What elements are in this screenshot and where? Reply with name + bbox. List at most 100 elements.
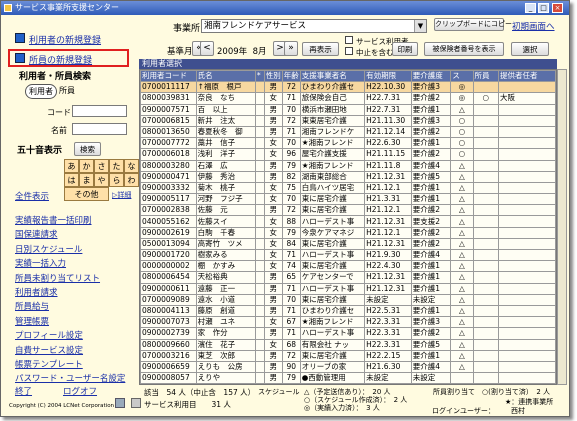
table-row[interactable]: 0900000611 遠藤 正一男 71 ハローデスト事 H21.12.31 要介護1 △: [140, 282, 556, 295]
kana-sa[interactable]: さ: [94, 159, 109, 173]
maximize-button[interactable]: □: [538, 3, 549, 13]
menu-item-staff-salary[interactable]: 所員給与: [15, 300, 125, 314]
menu-item-unassigned[interactable]: 所員未割り当てリスト: [15, 272, 125, 286]
user-new-link[interactable]: 利用者の新規登録: [29, 33, 101, 46]
table-cell: [472, 103, 500, 116]
detail-link[interactable]: ▷詳細: [112, 190, 131, 200]
column-header: ス: [450, 70, 474, 83]
table-row[interactable]: 0900007073 村瀬 ユネ女 67 ★湘南フレンド H22.3.31 要介護3 △: [140, 316, 556, 329]
table-cell: [498, 159, 556, 172]
table-scrollbar[interactable]: [557, 69, 567, 385]
menu-item-profile[interactable]: プロフィール設定: [15, 329, 125, 343]
search-button[interactable]: 検索: [74, 142, 101, 156]
menu-item-bulk-input[interactable]: 実績一括入力: [15, 257, 125, 271]
service-user-checkbox[interactable]: [345, 36, 353, 44]
table-cell: [498, 103, 556, 116]
radio-user[interactable]: 利用者: [25, 84, 57, 99]
table-row[interactable]: 0700002838 佐藤 元男 72 東に居宅介護 H21.12.1 要介護2 △: [140, 204, 556, 217]
table-cell: [472, 159, 500, 172]
app-icon: [4, 4, 12, 12]
table-row[interactable]: 0700006815 新井 注太男 72 東東居宅介護 H21.11.30 要介護3 ○: [140, 114, 556, 127]
table-cell: [254, 170, 265, 183]
table-cell: [472, 170, 500, 183]
table-row[interactable]: 0700009089 遠水 小道男 70 東に居宅介護 未設定 未設定 △: [140, 293, 556, 306]
menu-item-self-pay[interactable]: 自費サービス設定: [15, 344, 125, 358]
menu-item-daily-schedule[interactable]: 日別スケジュール: [15, 243, 125, 257]
kana-ya[interactable]: や: [94, 173, 109, 187]
table-row[interactable]: 0800039831 奈良 なち女 71 旅保険会自己 H22.7.31 要介護2 ◎ ○ 大阪: [140, 92, 556, 105]
name-input[interactable]: [72, 123, 127, 135]
table-row[interactable]: 0900002739 家 作分男 71 ハローデスト事 H22.3.31 要介護2 △: [140, 327, 556, 340]
summary-service: サービス利用目 31 人: [144, 400, 231, 409]
table-row[interactable]: 0800009660 濱住 花子女 68 有限会社 ナッ H22.3.31 要介護5 △: [140, 338, 556, 351]
table-cell: 0700002838: [140, 204, 197, 217]
select-button[interactable]: 選択: [511, 42, 549, 56]
menu-item-report-print[interactable]: 実績報告書一括印刷: [15, 214, 125, 228]
table-row[interactable]: 0700010548上山 かおる男72神奈川訪問看未設定未設定佐々木: [140, 383, 556, 384]
table-row[interactable]: 0900008057 えりや男 79 ●西動管理用 未設定 未設定: [140, 372, 556, 384]
show-all-link[interactable]: 全件表示: [15, 190, 49, 202]
staff-new-link[interactable]: 所員の新規登録: [29, 53, 92, 66]
office-select[interactable]: 湘南フレンドケアサービス ▼: [201, 19, 427, 33]
radio-staff[interactable]: 所員: [59, 85, 75, 96]
table-row[interactable]: 0900002619 白駒 千春女 79 今泉ケアマネジ H21.12.1 要介護2 △: [140, 226, 556, 239]
table-row[interactable]: 0500013094 高寄竹 ツメ女 84 東に居宅介護 H21.12.31 要介護2 △: [140, 237, 556, 251]
kana-ta[interactable]: た: [109, 159, 124, 173]
menu-item-reports[interactable]: 管理帳票: [15, 315, 125, 329]
table-row[interactable]: 0800013650 春夏秋冬 御男 71 湘南フレンドケ H21.12.14 要介護2 ○: [140, 125, 556, 139]
logout-link[interactable]: ログオフ: [63, 385, 97, 397]
minimize-button[interactable]: _: [525, 3, 536, 13]
menu-item-user-billing[interactable]: 利用者請求: [15, 286, 125, 300]
table-cell: H22.5.31: [364, 304, 412, 318]
table-row[interactable]: 0900003332 菊木 桃子女 75 白鳥ハイツ居宅 H21.12.1 要介護1 △: [140, 181, 556, 195]
table-row[interactable]: 0800004113 藤原 創道男 71 ひまわり介護セ H22.5.31 要介護1 △: [140, 304, 556, 318]
redisplay-button[interactable]: 再表示: [302, 42, 339, 56]
table-cell: ↑福原 根戸: [195, 81, 256, 94]
kana-ra[interactable]: ら: [109, 173, 124, 187]
kana-ha[interactable]: は: [64, 173, 79, 187]
kana-other[interactable]: その他: [64, 187, 109, 201]
kana-wa[interactable]: わ: [124, 173, 139, 187]
table-cell: ハローデスト事: [299, 327, 366, 340]
kana-ma[interactable]: ま: [79, 173, 94, 187]
table-cell: 女: [263, 338, 283, 351]
table-row[interactable]: 0800006454 天松裕典男 65 ケアセンターで H21.12.31 要介護1 △: [140, 271, 556, 284]
end-link[interactable]: 終了: [15, 385, 32, 397]
table-cell: [498, 293, 556, 306]
table-row[interactable]: 0700007772 藁井 信子女 70 ★湘南フレンド H22.6.30 要介護1 ○: [140, 137, 556, 150]
kana-ka[interactable]: か: [79, 159, 94, 173]
table-row[interactable]: 0700003216 東芝 次郎男 72 東に居宅介護 H22.2.15 要介護1 △: [140, 349, 556, 362]
next-year-button[interactable]: »: [284, 41, 298, 56]
kana-na[interactable]: な: [124, 159, 139, 173]
table-cell: 71: [281, 327, 301, 340]
table-cell: 男: [263, 383, 283, 384]
table-row[interactable]: 0900005117 河野 フジ子女 70 東に居宅介護 H21.3.31 要介護1 △: [140, 193, 556, 206]
menu-item-kokuho[interactable]: 国保連請求: [15, 228, 125, 242]
clipboard-button[interactable]: クリップボードにコピー: [434, 18, 512, 31]
close-button[interactable]: ×: [552, 3, 563, 13]
print-button[interactable]: 印刷: [392, 42, 418, 56]
table-row[interactable]: 0000000002 棚 かすみ女 74 東に居宅介護 H22.4.30 要介護1 △: [140, 260, 556, 273]
table-row[interactable]: 0900000471 伊藤 秀治男 82 湖南東部総合 H21.12.31 要介護5 △: [140, 170, 556, 183]
prev-month-button[interactable]: <: [200, 41, 214, 56]
kana-a[interactable]: あ: [64, 159, 79, 173]
table-row[interactable]: 0900006659 えりも 公房男 90 オリーブの家 H21.6.30 要介護4 △: [140, 360, 556, 374]
menu-item-template[interactable]: 帳票テンプレート: [15, 358, 125, 372]
table-row[interactable]: 0900001720 樹家みる女 71 ハローデスト事 H21.9.30 要介護4 △: [140, 248, 556, 262]
suspended-checkbox[interactable]: [345, 47, 353, 55]
table-cell: H22.10.30: [364, 81, 412, 94]
table-row[interactable]: 0700006018 浅利 洋子女 96 屋宅介護支援 H21.11.15 要介護2 ○: [140, 148, 556, 161]
table-cell: [498, 181, 556, 195]
table-cell: ハローデスト事: [299, 248, 366, 262]
code-input[interactable]: [72, 105, 127, 117]
table-row[interactable]: 0700011117 ↑福原 根戸男 72 ひまわり介護セ H22.10.30 要介護3 ◎: [140, 81, 556, 94]
table-cell: ★湘南フレンド: [299, 159, 366, 172]
table-row[interactable]: 0400055162 佐藤スイ女 88 ハローデスト事 H21.12.31 要支援2 △: [140, 215, 556, 228]
table-cell: [254, 159, 265, 172]
initial-screen-link[interactable]: 初期画面へ: [512, 20, 555, 32]
table-row[interactable]: 0800003280 石澤 広男 79 ★湘南フレンド H21.11.8 要介護4 △: [140, 159, 556, 172]
code-label: コード: [47, 108, 71, 117]
insured-number-button[interactable]: 被保険者番号を表示: [424, 42, 504, 56]
table-cell: 白鳥ハイツ居宅: [299, 181, 366, 195]
table-row[interactable]: 0900007571 百 以上男 70 横浜市瀬田地 H22.7.31 要介護1 △: [140, 103, 556, 116]
